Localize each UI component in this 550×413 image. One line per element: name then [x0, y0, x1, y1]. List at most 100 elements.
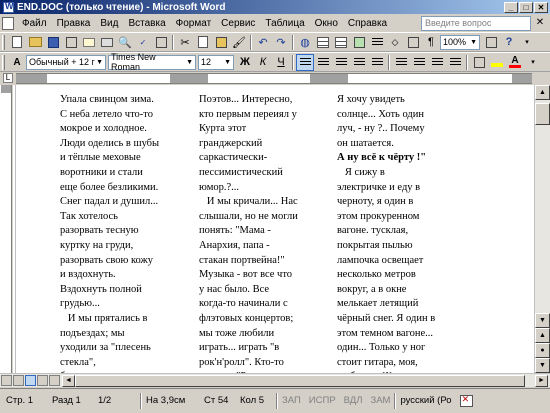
scroll-thumb[interactable]: [535, 103, 550, 125]
help-button[interactable]: ?: [500, 34, 518, 51]
spelling-status-icon[interactable]: [459, 394, 473, 407]
menu-window[interactable]: Окно: [310, 18, 343, 29]
scroll-left-button[interactable]: ◄: [62, 374, 75, 387]
scroll-up-button[interactable]: ▲: [535, 85, 550, 100]
font-size-select[interactable]: 12 ▼: [198, 54, 234, 70]
columns-button[interactable]: [368, 34, 386, 51]
outline-view-button[interactable]: [37, 375, 48, 386]
toolbar-options-button[interactable]: ▾: [518, 34, 536, 51]
browse-object-button[interactable]: ●: [535, 343, 550, 358]
web-layout-button[interactable]: [13, 375, 24, 386]
italic-button[interactable]: К: [254, 54, 272, 71]
undo-button[interactable]: ↶: [254, 34, 272, 51]
vertical-scrollbar[interactable]: ▲ ▼ ▲ ● ▼: [534, 85, 550, 373]
minimize-button[interactable]: _: [504, 1, 518, 13]
save-button[interactable]: [44, 34, 62, 51]
text-line: чёрный снег. Я один в: [337, 312, 436, 324]
menu-tools[interactable]: Сервис: [216, 18, 260, 29]
highlighter-icon: [491, 63, 503, 67]
border-icon: [473, 56, 485, 68]
menu-view[interactable]: Вид: [95, 18, 123, 29]
underline-button[interactable]: Ч: [272, 54, 290, 71]
close-button[interactable]: ✕: [534, 1, 548, 13]
show-hide-button[interactable]: ¶: [422, 34, 440, 51]
align-left-button[interactable]: [296, 53, 314, 71]
print-button[interactable]: [98, 34, 116, 51]
align-right-button[interactable]: [332, 54, 350, 71]
document-close-icon[interactable]: ✕: [534, 17, 546, 29]
increase-indent-button[interactable]: [446, 54, 464, 71]
horizontal-scroll-thumb[interactable]: [75, 374, 525, 387]
toolbar-options-button-2[interactable]: ▾: [524, 54, 542, 71]
document-map-button[interactable]: [404, 34, 422, 51]
menu-file[interactable]: Файл: [17, 18, 52, 29]
text-line: разорвать тесную: [60, 225, 139, 237]
horizontal-scroll-track[interactable]: [75, 374, 533, 387]
decrease-indent-button[interactable]: [428, 54, 446, 71]
border-button[interactable]: [470, 54, 488, 71]
style-select[interactable]: Обычный + 12 г ▼: [26, 54, 106, 70]
paste-icon: [215, 36, 227, 48]
status-overtype[interactable]: ЗАМ: [366, 393, 394, 409]
text-line: Анархия, папа -: [199, 239, 270, 251]
print-preview-button[interactable]: 🔍: [116, 34, 134, 51]
tables-borders-button[interactable]: [314, 34, 332, 51]
status-track-changes[interactable]: ИСПР: [305, 393, 340, 409]
text-line: саркастически-: [199, 152, 268, 164]
email-button[interactable]: [80, 34, 98, 51]
normal-view-button[interactable]: [1, 375, 12, 386]
word-app-icon[interactable]: [3, 1, 14, 13]
format-painter-button[interactable]: 🖌: [230, 34, 248, 51]
drawing-button[interactable]: ◇: [386, 34, 404, 51]
font-color-button[interactable]: А: [506, 54, 524, 71]
research-button[interactable]: [152, 34, 170, 51]
paste-button[interactable]: [212, 34, 230, 51]
text-line: Снег падал и душил...: [60, 196, 159, 208]
previous-page-button[interactable]: ▲: [535, 328, 550, 343]
status-language[interactable]: русский (Ро: [396, 393, 455, 409]
redo-button[interactable]: ↷: [272, 34, 290, 51]
insert-excel-button[interactable]: [350, 34, 368, 51]
menu-format[interactable]: Формат: [171, 18, 217, 29]
zoom-select[interactable]: 100% ▼: [440, 34, 480, 50]
font-select[interactable]: Times New Roman ▼: [108, 52, 196, 72]
numbering-button[interactable]: [392, 54, 410, 71]
scroll-down-button[interactable]: ▼: [535, 313, 550, 328]
hyperlink-button[interactable]: ◍: [296, 34, 314, 51]
insert-table-button[interactable]: [332, 34, 350, 51]
scroll-right-button[interactable]: ►: [535, 374, 548, 387]
status-extend[interactable]: ВДЛ: [340, 393, 367, 409]
document-area[interactable]: Упала свинцом зима. С неба летело что-то м…: [13, 85, 534, 373]
tab-stop-selector[interactable]: L: [3, 73, 13, 83]
bullets-button[interactable]: [410, 54, 428, 71]
line-spacing-button[interactable]: [368, 54, 386, 71]
style-value: Обычный + 12 г: [29, 57, 95, 67]
ask-question-input[interactable]: Введите вопрос: [421, 15, 531, 31]
document-icon[interactable]: [2, 16, 14, 30]
reading-layout-button[interactable]: [49, 375, 60, 386]
print-layout-button[interactable]: [25, 375, 36, 386]
horizontal-ruler[interactable]: L: [0, 72, 550, 85]
menu-edit[interactable]: Правка: [52, 18, 96, 29]
justify-button[interactable]: [350, 54, 368, 71]
status-record[interactable]: ЗАП: [278, 393, 305, 409]
permission-button[interactable]: [62, 34, 80, 51]
styles-pane-button[interactable]: A: [8, 54, 26, 71]
menu-insert[interactable]: Вставка: [123, 18, 170, 29]
reading-mode-button[interactable]: [482, 34, 500, 51]
text-line: стоит гитара, моя,: [337, 356, 418, 368]
bold-button[interactable]: Ж: [236, 54, 254, 71]
menu-help[interactable]: Справка: [343, 18, 392, 29]
copy-button[interactable]: [194, 34, 212, 51]
align-center-button[interactable]: [314, 54, 332, 71]
menu-table[interactable]: Таблица: [260, 18, 309, 29]
text-line: вагоне. тусклая,: [337, 225, 409, 237]
maximize-button[interactable]: □: [519, 1, 533, 13]
next-page-button[interactable]: ▼: [535, 358, 550, 373]
open-button[interactable]: [26, 34, 44, 51]
new-document-button[interactable]: [8, 34, 26, 51]
highlight-button[interactable]: [488, 54, 506, 71]
spelling-button[interactable]: ✓: [134, 34, 152, 51]
vertical-ruler[interactable]: [0, 85, 12, 373]
cut-button[interactable]: ✂: [176, 34, 194, 51]
